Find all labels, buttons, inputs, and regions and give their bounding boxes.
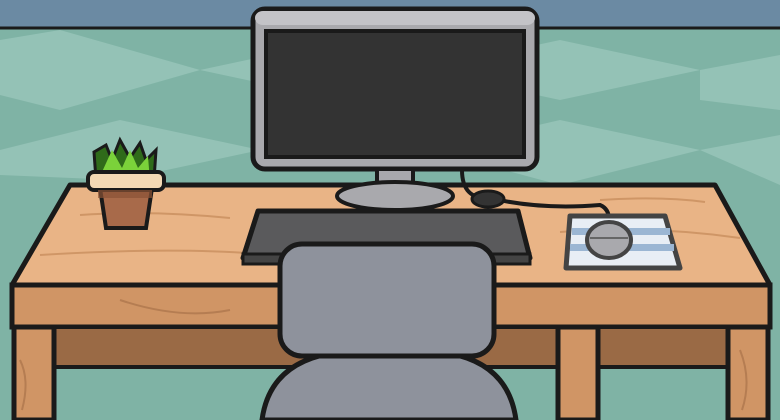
- desk-leg-mid: [555, 324, 601, 420]
- office-chair[interactable]: [259, 241, 519, 420]
- monitor-base: [335, 180, 455, 212]
- pot-rim: [86, 170, 166, 192]
- office-desk-scene: [0, 0, 780, 420]
- desk-leg-left: [11, 324, 57, 420]
- monitor-screen[interactable]: [264, 29, 526, 159]
- desk-leg-right: [725, 324, 771, 420]
- cable-clip: [470, 189, 506, 209]
- mouse[interactable]: [585, 220, 633, 260]
- scene-canvas: [0, 0, 780, 420]
- chair-backrest: [277, 241, 497, 359]
- chair-seat: [259, 349, 519, 420]
